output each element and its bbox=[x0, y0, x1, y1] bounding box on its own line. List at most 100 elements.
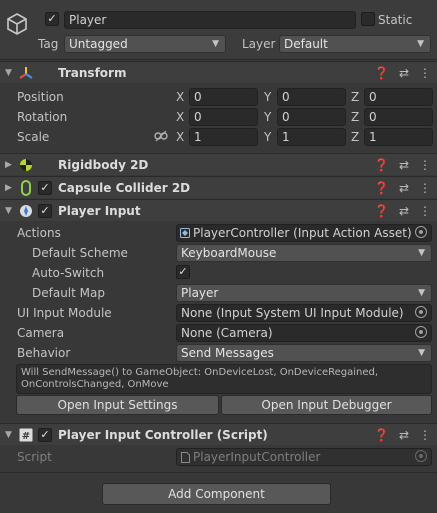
axis-x-label[interactable]: X bbox=[176, 109, 184, 125]
script-file-icon bbox=[181, 452, 190, 463]
default-map-value: Player bbox=[181, 286, 219, 300]
layer-value: Default bbox=[284, 37, 328, 51]
help-icon[interactable]: ❓ bbox=[374, 204, 389, 218]
rotation-label: Rotation bbox=[17, 110, 68, 124]
more-options-icon[interactable]: ⋮ bbox=[419, 66, 431, 80]
checkmark: ✓ bbox=[47, 12, 57, 25]
more-options-icon[interactable]: ⋮ bbox=[419, 158, 431, 172]
transform-icon bbox=[19, 67, 33, 79]
preset-icon[interactable]: ⇄ bbox=[399, 428, 409, 442]
help-icon[interactable]: ❓ bbox=[374, 66, 389, 80]
object-picker-icon[interactable] bbox=[415, 326, 427, 338]
object-name-field[interactable]: Player bbox=[64, 11, 356, 29]
open-input-settings-button[interactable]: Open Input Settings bbox=[16, 395, 219, 415]
axis-x-label[interactable]: X bbox=[176, 89, 184, 105]
axis-z-label[interactable]: Z bbox=[351, 129, 359, 145]
tag-value: Untagged bbox=[69, 37, 128, 51]
input-action-asset-icon bbox=[180, 228, 190, 238]
static-label: Static bbox=[378, 13, 413, 27]
behavior-dropdown[interactable]: Send Messages ▼ bbox=[176, 344, 432, 362]
position-z-field[interactable]: 0 bbox=[364, 88, 433, 106]
default-scheme-label: Default Scheme bbox=[32, 246, 128, 260]
help-icon[interactable]: ❓ bbox=[374, 428, 389, 442]
behavior-info-box: Will SendMessage() to GameObject: OnDevi… bbox=[16, 364, 432, 394]
rotation-z-field[interactable]: 0 bbox=[364, 108, 433, 126]
component-divider bbox=[0, 472, 437, 473]
axis-x-label[interactable]: X bbox=[176, 129, 184, 145]
script-component-title: Player Input Controller (Script) bbox=[58, 428, 268, 442]
more-options-icon[interactable]: ⋮ bbox=[419, 181, 431, 195]
checkmark: ✓ bbox=[178, 265, 188, 278]
object-picker-icon[interactable] bbox=[415, 306, 427, 318]
layer-dropdown[interactable]: Default ▼ bbox=[279, 35, 431, 53]
axis-y-label[interactable]: Y bbox=[264, 129, 271, 145]
position-y-field[interactable]: 0 bbox=[277, 88, 346, 106]
scale-z-field[interactable]: 1 bbox=[364, 128, 433, 146]
behavior-label: Behavior bbox=[17, 346, 71, 360]
actions-object-field[interactable]: PlayerController (Input Action Asset) bbox=[176, 224, 432, 242]
active-toggle[interactable]: ✓ bbox=[45, 12, 59, 26]
auto-switch-toggle[interactable]: ✓ bbox=[176, 265, 190, 279]
chevron-down-icon: ▼ bbox=[417, 39, 424, 49]
checkmark: ✓ bbox=[40, 204, 50, 217]
position-x-field[interactable]: 0 bbox=[189, 88, 258, 106]
capsule-collider-icon bbox=[21, 180, 31, 196]
foldout-open-icon[interactable]: ▼ bbox=[5, 424, 12, 446]
actions-value: PlayerController (Input Action Asset) bbox=[193, 226, 412, 240]
default-scheme-value: KeyboardMouse bbox=[181, 246, 277, 260]
help-icon[interactable]: ❓ bbox=[374, 181, 389, 195]
ui-input-module-field[interactable]: None (Input System UI Input Module) bbox=[176, 304, 432, 322]
script-object-field: PlayerInputController bbox=[176, 448, 432, 466]
checkmark: ✓ bbox=[40, 181, 50, 194]
player-input-header[interactable]: ▼ ✓ Player Input ❓ ⇄ ⋮ bbox=[0, 199, 437, 221]
rigidbody-header[interactable]: ▶ Rigidbody 2D ❓ ⇄ ⋮ bbox=[0, 153, 437, 175]
default-map-dropdown[interactable]: Player ▼ bbox=[176, 284, 432, 302]
static-toggle[interactable] bbox=[361, 12, 375, 26]
camera-field[interactable]: None (Camera) bbox=[176, 324, 432, 342]
rotation-y-field[interactable]: 0 bbox=[277, 108, 346, 126]
axis-z-label[interactable]: Z bbox=[351, 89, 359, 105]
scale-y-field[interactable]: 1 bbox=[277, 128, 346, 146]
capsule-collider-enabled-toggle[interactable]: ✓ bbox=[38, 181, 52, 195]
csharp-script-icon: # bbox=[19, 428, 33, 442]
gameobject-cube-icon bbox=[7, 13, 27, 35]
preset-icon[interactable]: ⇄ bbox=[399, 181, 409, 195]
transform-header[interactable]: ▼ Transform ❓ ⇄ ⋮ bbox=[0, 61, 437, 83]
scale-label: Scale bbox=[17, 130, 50, 144]
ui-input-module-label: UI Input Module bbox=[17, 306, 112, 320]
more-options-icon[interactable]: ⋮ bbox=[419, 204, 431, 218]
preset-icon[interactable]: ⇄ bbox=[399, 66, 409, 80]
axis-y-label[interactable]: Y bbox=[264, 89, 271, 105]
axis-y-label[interactable]: Y bbox=[264, 109, 271, 125]
chevron-down-icon: ▼ bbox=[418, 288, 425, 298]
foldout-closed-icon[interactable]: ▶ bbox=[5, 177, 12, 199]
help-icon[interactable]: ❓ bbox=[374, 158, 389, 172]
more-options-icon[interactable]: ⋮ bbox=[419, 428, 431, 442]
constrain-proportions-link-icon[interactable] bbox=[154, 130, 168, 142]
default-scheme-dropdown[interactable]: KeyboardMouse ▼ bbox=[176, 244, 432, 262]
player-input-enabled-toggle[interactable]: ✓ bbox=[38, 204, 52, 218]
camera-label: Camera bbox=[17, 326, 65, 340]
player-input-icon bbox=[20, 205, 32, 217]
axis-z-label[interactable]: Z bbox=[351, 109, 359, 125]
preset-icon[interactable]: ⇄ bbox=[399, 158, 409, 172]
add-component-button[interactable]: Add Component bbox=[102, 483, 331, 505]
scale-x-field[interactable]: 1 bbox=[189, 128, 258, 146]
auto-switch-label: Auto-Switch bbox=[32, 266, 105, 280]
foldout-open-icon[interactable]: ▼ bbox=[5, 62, 12, 84]
object-picker-icon[interactable] bbox=[415, 226, 427, 238]
foldout-closed-icon[interactable]: ▶ bbox=[5, 154, 12, 176]
script-enabled-toggle[interactable]: ✓ bbox=[38, 428, 52, 442]
tag-dropdown[interactable]: Untagged ▼ bbox=[64, 35, 226, 53]
preset-icon[interactable]: ⇄ bbox=[399, 204, 409, 218]
script-component-header[interactable]: ▼ # ✓ Player Input Controller (Script) ❓… bbox=[0, 423, 437, 445]
open-input-debugger-button[interactable]: Open Input Debugger bbox=[221, 395, 432, 415]
chevron-down-icon: ▼ bbox=[212, 39, 219, 49]
position-label: Position bbox=[17, 90, 64, 104]
behavior-value: Send Messages bbox=[181, 346, 274, 360]
object-picker-icon bbox=[415, 450, 427, 462]
rotation-x-field[interactable]: 0 bbox=[189, 108, 258, 126]
capsule-collider-header[interactable]: ▶ ✓ Capsule Collider 2D ❓ ⇄ ⋮ bbox=[0, 176, 437, 198]
foldout-open-icon[interactable]: ▼ bbox=[5, 200, 12, 222]
script-label: Script bbox=[17, 450, 52, 464]
